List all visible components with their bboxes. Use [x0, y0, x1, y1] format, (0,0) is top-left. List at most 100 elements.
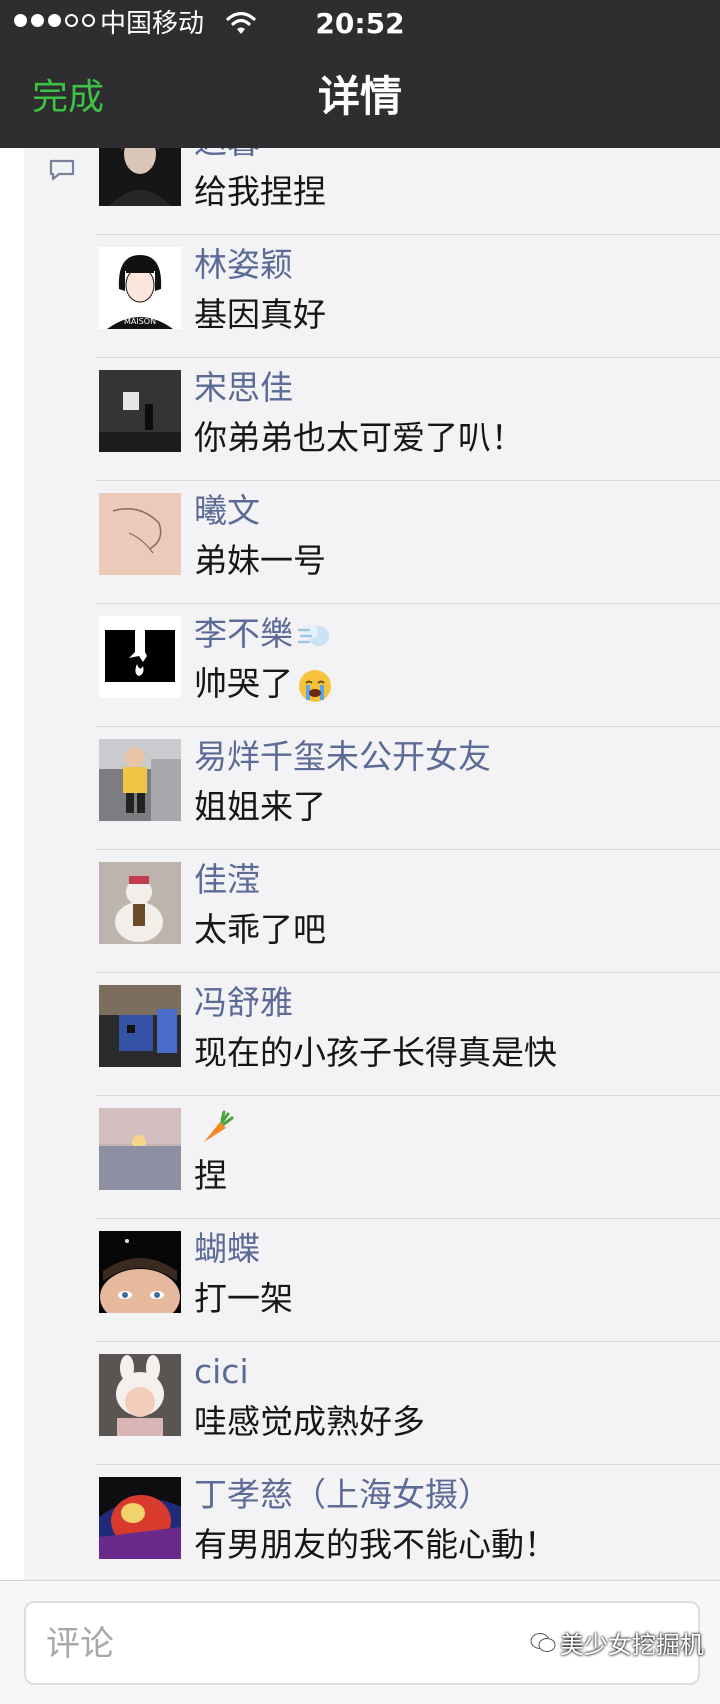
- avatar[interactable]: [99, 148, 181, 206]
- avatar[interactable]: MAISON: [99, 247, 181, 329]
- comment-text: 基因真好: [194, 293, 326, 337]
- commenter-name-text: 丁孝慈（上海女摄）: [194, 1475, 491, 1514]
- comment-text: 帅哭了: [194, 662, 333, 706]
- comment-bubble-icon: [49, 159, 75, 181]
- moments-detail-screen: 中国移动 20:52 完成 详情 迟暮给我捏捏 MAISON 林姿颖基因真好宋思佳你…: [0, 0, 720, 1704]
- commenter-name[interactable]: 曦文: [194, 489, 260, 533]
- commenter-name-text: 林姿颖: [194, 245, 293, 284]
- page-title: 详情: [317, 72, 402, 121]
- avatar[interactable]: [99, 370, 181, 452]
- commenter-name[interactable]: 迟暮: [194, 148, 260, 164]
- comment-item[interactable]: 冯舒雅现在的小孩子长得真是快: [24, 973, 720, 1096]
- comment-input[interactable]: [44, 1617, 468, 1671]
- avatar-blue-box: [99, 985, 181, 1067]
- comment-text: 太乖了吧: [194, 908, 326, 952]
- avatar[interactable]: [99, 616, 181, 698]
- avatar-bunny-hat: [99, 1354, 181, 1436]
- comment-item[interactable]: 蝴蝶 打一架: [24, 1219, 720, 1342]
- svg-text:MAISON: MAISON: [124, 317, 156, 326]
- avatar-sunset: [99, 1108, 181, 1190]
- commenter-name[interactable]: 宋思佳: [194, 366, 293, 410]
- commenter-name[interactable]: 佳滢: [194, 858, 260, 902]
- comment-item[interactable]: cici 哇感觉成熟好多: [24, 1342, 720, 1465]
- avatar-illustration-girl: MAISON: [99, 247, 181, 329]
- watermark: 美少女挖掘机: [530, 1625, 704, 1660]
- avatar[interactable]: [99, 1231, 181, 1313]
- commenter-name-text: 蝴蝶: [194, 1229, 260, 1268]
- avatar[interactable]: [99, 1354, 181, 1436]
- status-bar: 中国移动 20:52: [0, 0, 720, 50]
- comment-text: 哇感觉成熟好多: [194, 1400, 425, 1444]
- dash-emoji-icon: [297, 624, 329, 646]
- avatar-dark-room: [99, 370, 181, 452]
- comment-item[interactable]: 曦文 弟妹一号: [24, 481, 720, 604]
- comment-text-content: 基因真好: [194, 295, 326, 334]
- avatar[interactable]: [99, 985, 181, 1067]
- comment-text: 给我捏捏: [194, 170, 326, 214]
- avatar[interactable]: [99, 739, 181, 821]
- comment-text: 弟妹一号: [194, 539, 326, 583]
- avatar-photo-woman: [99, 148, 181, 206]
- avatar-black-hand: [99, 616, 181, 698]
- crying-face-icon: [299, 669, 331, 702]
- commenter-name-text: 曦文: [194, 491, 260, 530]
- comment-text: 有男朋友的我不能心動！: [194, 1523, 557, 1567]
- commenter-name[interactable]: 李不樂: [194, 612, 333, 656]
- avatar-child-yellow: [99, 739, 181, 821]
- comment-text-content: 帅哭了: [194, 664, 293, 703]
- comment-text-content: 你弟弟也太可爱了叭！: [194, 418, 524, 457]
- avatar-snowman: [99, 862, 181, 944]
- comment-item[interactable]: 易烊千玺未公开女友 姐姐来了: [24, 727, 720, 850]
- avatar[interactable]: [99, 1108, 181, 1190]
- comment-item[interactable]: 迟暮给我捏捏: [24, 148, 720, 235]
- comment-text-content: 姐姐来了: [194, 787, 326, 826]
- watermark-text: 美少女挖掘机: [560, 1631, 704, 1659]
- comment-text-content: 打一架: [194, 1279, 293, 1318]
- comment-item[interactable]: 丁孝慈（上海女摄） 有男朋友的我不能心動！: [24, 1465, 720, 1580]
- comment-item[interactable]: MAISON 林姿颖基因真好: [24, 235, 720, 358]
- carrot-icon: [204, 1110, 234, 1142]
- comment-text: 打一架: [194, 1277, 293, 1321]
- comment-text-content: 有男朋友的我不能心動！: [194, 1525, 557, 1564]
- comment-text-content: 捏: [194, 1156, 227, 1195]
- avatar[interactable]: [99, 493, 181, 575]
- commenter-name-text: 宋思佳: [194, 368, 293, 407]
- comment-text-content: 现在的小孩子长得真是快: [194, 1033, 557, 1072]
- commenter-name-text: 冯舒雅: [194, 983, 293, 1022]
- comment-text: 你弟弟也太可爱了叭！: [194, 416, 524, 460]
- avatar-sketch: [99, 493, 181, 575]
- commenter-name[interactable]: 林姿颖: [194, 243, 293, 287]
- top-bar: 中国移动 20:52 完成 详情: [0, 0, 720, 148]
- left-margin: [0, 148, 24, 1580]
- comment-item[interactable]: 李不樂 帅哭了: [24, 604, 720, 727]
- comment-item[interactable]: 佳滢 太乖了吧: [24, 850, 720, 973]
- wechat-logo-icon: [530, 1632, 556, 1652]
- commenter-name-text: 李不樂: [194, 614, 293, 653]
- avatar[interactable]: [99, 1477, 181, 1559]
- comment-item[interactable]: 宋思佳你弟弟也太可爱了叭！: [24, 358, 720, 481]
- commenter-name-text: 易烊千玺未公开女友: [194, 737, 491, 776]
- avatar-colorful: [99, 1477, 181, 1559]
- comment-text-content: 给我捏捏: [194, 172, 326, 211]
- comment-item[interactable]: 捏: [24, 1096, 720, 1219]
- commenter-name-text: 迟暮: [194, 148, 260, 161]
- comment-text-content: 弟妹一号: [194, 541, 326, 580]
- comment-text-content: 太乖了吧: [194, 910, 326, 949]
- avatar-face-closeup: [99, 1231, 181, 1313]
- commenter-name[interactable]: cici: [194, 1350, 249, 1394]
- commenter-name[interactable]: 冯舒雅: [194, 981, 293, 1025]
- commenter-name[interactable]: 丁孝慈（上海女摄）: [194, 1473, 491, 1517]
- comment-text: 现在的小孩子长得真是快: [194, 1031, 557, 1075]
- commenter-name[interactable]: 易烊千玺未公开女友: [194, 735, 491, 779]
- comment-list[interactable]: 迟暮给我捏捏MAISON林姿颖基因真好宋思佳你弟弟也太可爱了叭！曦文弟妹一号李不…: [24, 148, 720, 1580]
- comment-text: 捏: [194, 1154, 227, 1198]
- avatar[interactable]: [99, 862, 181, 944]
- status-time: 20:52: [315, 7, 405, 40]
- commenter-name[interactable]: 蝴蝶: [194, 1227, 260, 1271]
- comment-text-content: 哇感觉成熟好多: [194, 1402, 425, 1441]
- commenter-name-text: cici: [194, 1352, 249, 1391]
- comment-text: 姐姐来了: [194, 785, 326, 829]
- comment-input-bar: 美少女挖掘机: [0, 1580, 720, 1704]
- commenter-name[interactable]: [194, 1104, 234, 1148]
- commenter-name-text: 佳滢: [194, 860, 260, 899]
